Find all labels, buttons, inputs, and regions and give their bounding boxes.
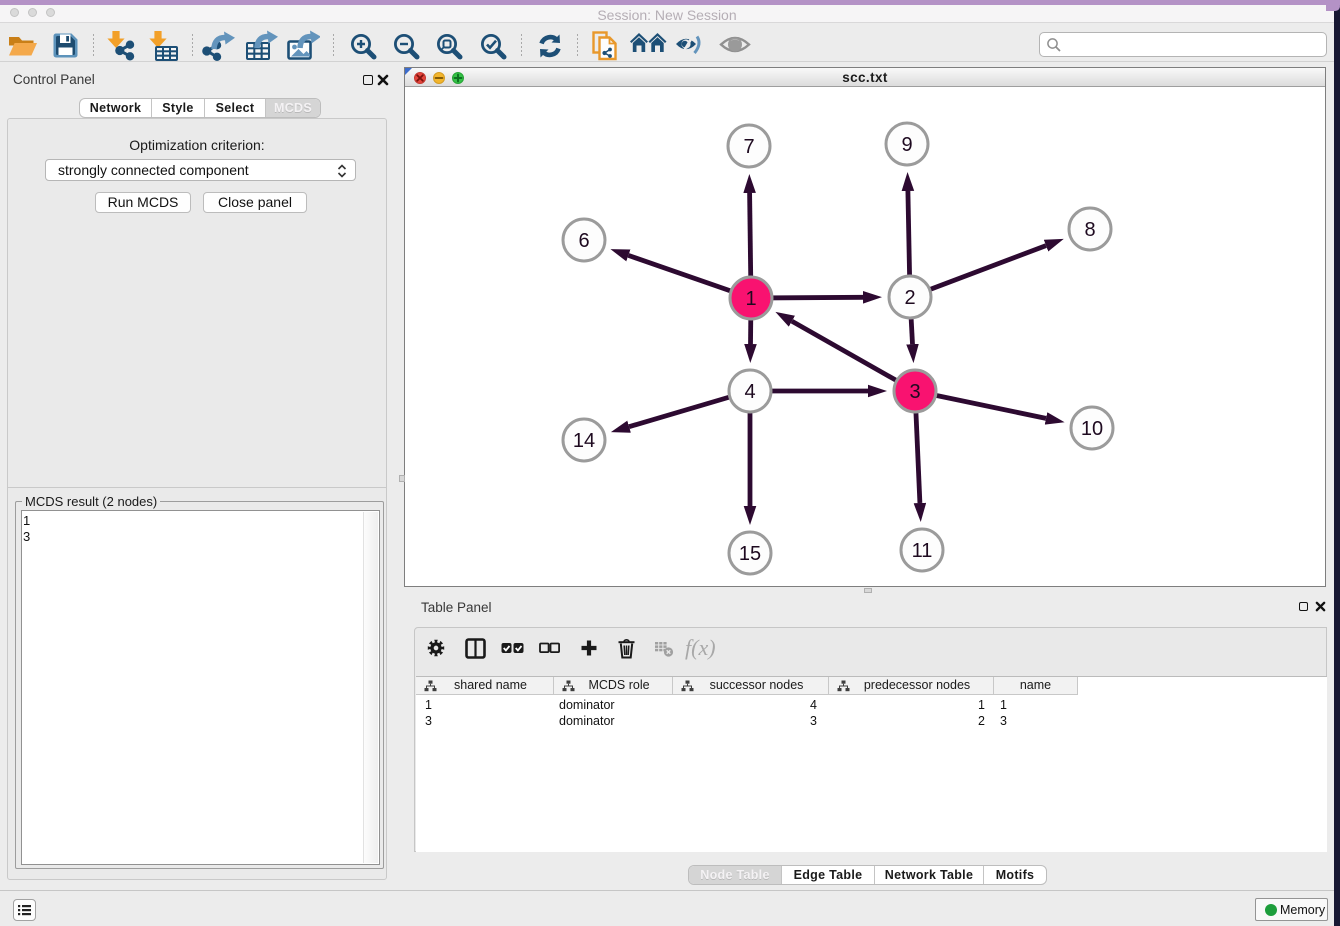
svg-text:2: 2 (904, 287, 915, 309)
svg-text:6: 6 (578, 230, 589, 252)
svg-text:4: 4 (744, 381, 755, 403)
svg-text:14: 14 (573, 430, 595, 452)
svg-text:1: 1 (745, 288, 756, 310)
svg-text:7: 7 (743, 136, 754, 158)
svg-text:9: 9 (901, 134, 912, 156)
svg-text:f(x): f(x) (685, 635, 716, 660)
svg-text:11: 11 (912, 540, 933, 562)
svg-text:10: 10 (1081, 418, 1103, 440)
svg-text:15: 15 (739, 543, 761, 565)
svg-text:8: 8 (1084, 219, 1095, 241)
svg-text:3: 3 (909, 381, 920, 403)
